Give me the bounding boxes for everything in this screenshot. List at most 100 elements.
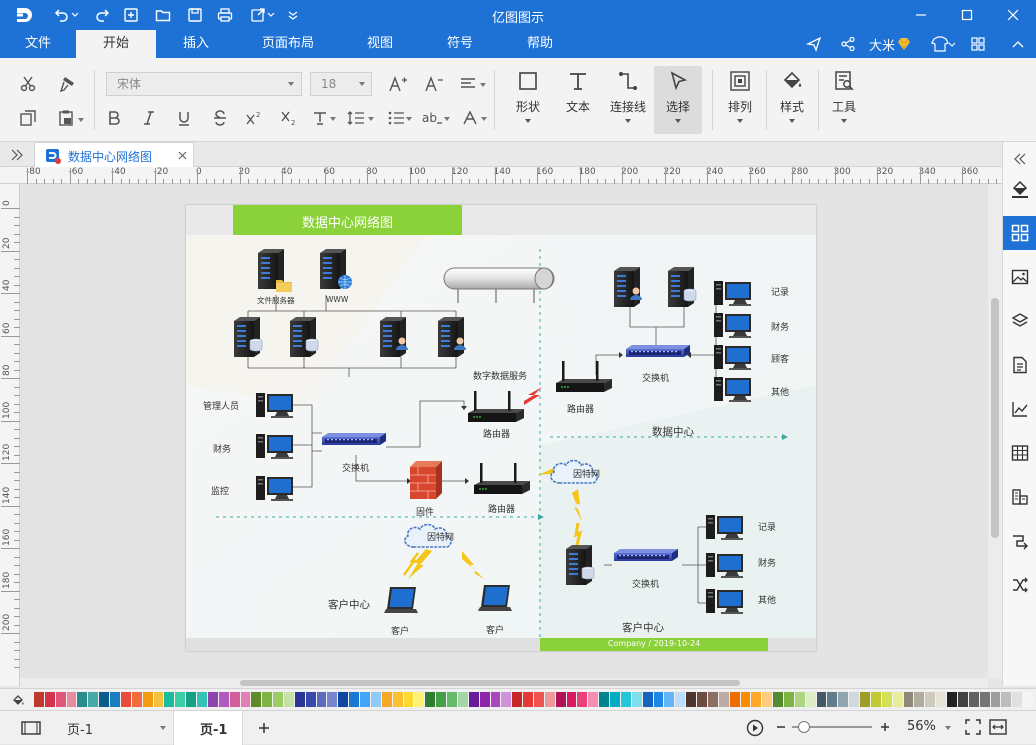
color-swatch[interactable] [892,692,903,707]
color-swatch[interactable] [512,692,523,707]
label-www[interactable]: WWW [326,295,348,304]
select-button[interactable]: 选择 [654,66,702,134]
color-swatch[interactable] [316,692,327,707]
color-swatch[interactable] [686,692,697,707]
document-tab[interactable]: 数据中心网络图 [34,142,194,167]
page-layout-icon[interactable] [20,719,42,737]
color-swatch[interactable] [262,692,273,707]
image-panel-icon[interactable] [1003,260,1036,294]
maximize-button[interactable] [944,0,990,30]
color-swatch[interactable] [349,692,360,707]
label-finance-top[interactable]: 财务 [771,320,789,333]
shape-button[interactable]: 形状 [504,66,552,134]
color-swatch[interactable] [860,692,870,707]
color-swatch[interactable] [903,692,914,707]
menu-help[interactable]: 帮助 [510,30,570,58]
color-swatch[interactable] [577,692,588,707]
font-name-dropdown-icon[interactable] [288,82,294,86]
menu-symbols[interactable]: 符号 [430,30,490,58]
label-customer-center-right[interactable]: 客户中心 [622,620,664,635]
bold-icon[interactable] [102,106,126,130]
label-internet-right[interactable]: 因特网 [573,467,600,480]
organization-panel-icon[interactable] [1003,480,1036,514]
color-swatch[interactable] [501,692,512,707]
label-finance-bottom[interactable]: 财务 [758,556,776,569]
color-swatch[interactable] [762,692,773,707]
label-data-center[interactable]: 数据中心 [652,424,694,439]
color-swatch[interactable] [436,692,447,707]
app-grid-icon[interactable] [968,34,988,54]
color-swatch[interactable] [370,692,381,707]
color-swatch[interactable] [620,692,631,707]
label-firewall[interactable]: 固件 [416,505,434,518]
color-swatch[interactable] [588,692,599,707]
label-data-service[interactable]: 数字数据服务 [473,369,527,382]
shuffle-panel-icon[interactable] [1003,568,1036,602]
color-swatch[interactable] [968,692,979,707]
color-swatch[interactable] [827,692,838,707]
bullet-list-dropdown-icon[interactable] [406,117,412,121]
label-other-bottom[interactable]: 其他 [758,593,776,606]
color-swatch[interactable] [44,692,55,707]
color-swatch[interactable] [979,692,990,707]
color-swatch[interactable] [773,692,783,707]
color-swatch[interactable] [381,692,392,707]
color-swatch[interactable] [175,692,186,707]
export-icon[interactable] [248,5,268,25]
color-swatch[interactable] [186,692,197,707]
label-router-right[interactable]: 路由器 [567,402,594,415]
color-swatch[interactable] [66,692,77,707]
color-swatch[interactable] [838,692,849,707]
text-button[interactable]: 文本 [554,66,602,134]
color-swatch[interactable] [284,692,294,707]
paste-icon[interactable] [54,106,78,130]
label-record-top[interactable]: 记录 [771,285,789,298]
label-customer-center-left[interactable]: 客户中心 [328,597,370,612]
color-swatch[interactable] [642,692,653,707]
send-icon[interactable] [804,34,824,54]
color-swatch[interactable] [425,692,436,707]
label-file-server[interactable]: 文件服务器 [257,295,295,306]
label-other-top[interactable]: 其他 [771,385,789,398]
color-swatch[interactable] [805,692,816,707]
color-swatch[interactable] [197,692,207,707]
color-swatch[interactable] [881,692,892,707]
label-finance-left[interactable]: 财务 [213,442,231,455]
user-name[interactable]: 大米 [868,34,896,54]
color-swatch[interactable] [599,692,610,707]
vertical-scrollbar[interactable] [988,184,1002,678]
text-effect-dropdown-icon[interactable] [481,117,487,121]
color-swatch[interactable] [392,692,403,707]
color-swatch[interactable] [718,692,729,707]
color-swatch[interactable] [947,692,957,707]
label-customer-top[interactable]: 顾客 [771,352,789,365]
align-text-icon[interactable] [456,72,480,96]
color-swatch[interactable] [99,692,110,707]
color-swatch[interactable] [55,692,66,707]
app-logo-icon[interactable] [14,5,34,25]
layers-panel-icon[interactable] [1003,304,1036,338]
label-router-upper[interactable]: 路由器 [483,427,510,440]
text-format-dropdown-icon[interactable] [330,117,336,121]
color-swatch[interactable] [849,692,860,707]
text-format-icon[interactable] [308,106,332,130]
color-swatch[interactable] [305,692,316,707]
color-swatch[interactable] [131,692,142,707]
zoom-dropdown-icon[interactable] [945,726,951,730]
color-swatch[interactable] [816,692,827,707]
color-swatch[interactable] [870,692,881,707]
arrange-button[interactable]: 排列 [716,66,764,134]
theme-icon[interactable] [928,34,958,54]
page-tab[interactable]: 页-1 [173,711,243,745]
color-swatch[interactable] [447,692,457,707]
color-swatch[interactable] [207,692,218,707]
label-record-bottom[interactable]: 记录 [758,520,776,533]
menu-page-layout[interactable]: 页面布局 [248,30,328,58]
font-shrink-icon[interactable] [422,72,446,96]
connector-panel-icon[interactable] [1003,524,1036,558]
label-client-1[interactable]: 客户 [391,624,409,637]
color-swatch[interactable] [468,692,479,707]
superscript-icon[interactable]: 2 [242,106,266,130]
label-switch-left[interactable]: 交换机 [342,461,369,474]
label-switch-top-right[interactable]: 交换机 [642,371,669,384]
